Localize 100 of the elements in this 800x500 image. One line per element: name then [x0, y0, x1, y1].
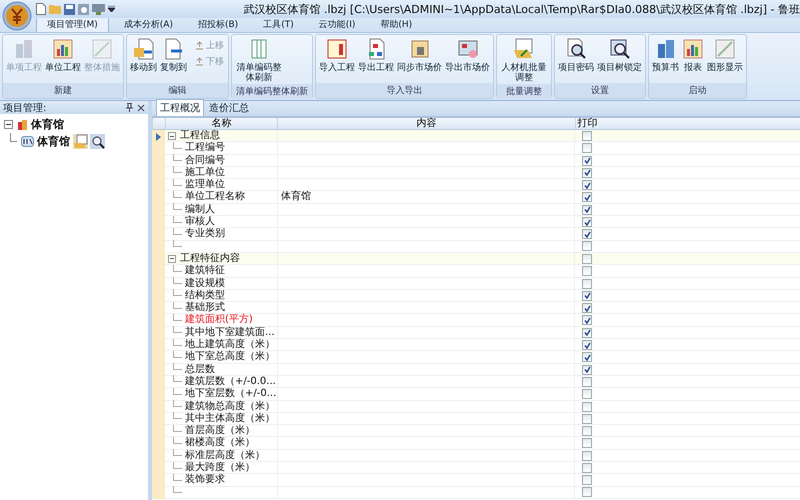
- print-checkbox[interactable]: [582, 229, 592, 240]
- building-icon: [17, 119, 28, 130]
- print-checkbox[interactable]: [582, 352, 592, 362]
- print-checkbox[interactable]: [582, 438, 592, 448]
- pin-icon[interactable]: [126, 103, 133, 112]
- table-cell-text: 建筑层数（+/-0.0...: [185, 376, 276, 388]
- table-cell: 地下室总高度（米）: [185, 351, 275, 364]
- print-checkbox[interactable]: [582, 402, 592, 412]
- table-cell-text: 审核人: [185, 216, 215, 228]
- content-tab[interactable]: 工程概况: [156, 99, 204, 116]
- tree-branch-line: [173, 264, 182, 272]
- group-label: 批量调整: [497, 84, 551, 99]
- ribbon-button[interactable]: 导入工程: [318, 37, 356, 74]
- table-cell-text: 工程特征内容: [180, 252, 240, 264]
- sheet-icon: [714, 38, 736, 60]
- ribbon-button[interactable]: 单位工程: [44, 37, 82, 74]
- ribbon-button[interactable]: 同步市场价: [396, 37, 443, 74]
- ribbon-tab[interactable]: 招投标(B): [188, 17, 248, 32]
- tree-branch-line: [173, 289, 182, 296]
- collapse-toggle[interactable]: [4, 120, 13, 129]
- print-checkbox[interactable]: [582, 204, 592, 215]
- group-label: 编辑: [127, 83, 228, 98]
- print-checkbox[interactable]: [582, 487, 592, 498]
- print-checkbox[interactable]: [582, 266, 592, 276]
- print-checkbox[interactable]: [582, 426, 592, 436]
- ribbon-tab[interactable]: 成本分析(A): [114, 17, 183, 32]
- table-cell-text: 其中地下室建筑面...: [185, 326, 275, 338]
- ribbon-button[interactable]: 报表: [681, 37, 705, 74]
- ribbon-tab[interactable]: 帮助(H): [370, 17, 422, 32]
- print-checkbox[interactable]: [582, 414, 592, 424]
- print-checkbox[interactable]: [582, 278, 592, 289]
- ribbon-button[interactable]: 人材机批量调整: [499, 37, 549, 84]
- ribbon-button[interactable]: 复制到: [159, 37, 188, 74]
- arrow-icon: [195, 57, 204, 66]
- ribbon-button[interactable]: 预算书: [651, 37, 680, 74]
- print-checkbox[interactable]: [582, 217, 592, 228]
- ribbon-button[interactable]: 项目树锁定: [596, 37, 643, 74]
- tree-item[interactable]: 体育馆: [30, 117, 65, 132]
- tree-branch-line: [173, 228, 182, 235]
- ribbon-button[interactable]: 移动到: [129, 37, 158, 74]
- tree-branch-line: [173, 203, 182, 210]
- print-checkbox[interactable]: [582, 303, 592, 314]
- ribbon-button[interactable]: 导出工程: [357, 37, 395, 74]
- content-tab[interactable]: 造价汇总: [206, 100, 252, 116]
- table-cell-text: 施工单位: [185, 166, 225, 178]
- print-checkbox[interactable]: [582, 463, 592, 474]
- unit-project-icon: [21, 136, 34, 147]
- print-checkbox[interactable]: [582, 450, 592, 461]
- table-cell-text: 基础形式: [185, 302, 225, 314]
- table-cell: 单位工程名称: [185, 191, 245, 204]
- table-cell: 建筑面积(平方): [185, 314, 253, 326]
- table-cell-text: 监理单位: [185, 179, 225, 190]
- print-checkbox[interactable]: [582, 192, 592, 202]
- table-cell: 专业类别: [185, 228, 225, 240]
- print-checkbox[interactable]: [582, 389, 592, 400]
- print-checkbox[interactable]: [582, 315, 592, 326]
- print-checkbox[interactable]: [582, 254, 592, 264]
- save-icon[interactable]: [64, 4, 75, 14]
- print-checkbox[interactable]: [582, 364, 592, 375]
- print-checkbox[interactable]: [582, 290, 592, 301]
- tree-branch-line: [173, 166, 182, 174]
- tree-branch-line: [173, 277, 182, 284]
- print-checkbox[interactable]: [582, 131, 592, 141]
- ribbon-button[interactable]: 导出市场价: [444, 37, 491, 74]
- group-row[interactable]: 工程特征内容: [152, 252, 800, 266]
- ribbon-button[interactable]: 清单编码整体刷新: [234, 37, 284, 84]
- ribbon-tab[interactable]: 云功能(I): [308, 17, 366, 32]
- collapse-toggle[interactable]: [168, 132, 176, 140]
- buildings-icon: [13, 38, 35, 60]
- new-file-icon[interactable]: [36, 3, 46, 15]
- print-checkbox[interactable]: [582, 156, 592, 166]
- print-checkbox[interactable]: [582, 168, 592, 178]
- copy-document-icon: [162, 38, 184, 60]
- row-indicator[interactable]: [152, 130, 165, 143]
- print-checkbox[interactable]: [582, 376, 592, 387]
- print-checkbox[interactable]: [582, 241, 592, 252]
- ribbon-button[interactable]: 图形显示: [706, 37, 744, 74]
- print-checkbox[interactable]: [582, 340, 592, 350]
- tree-branch-line: [173, 338, 182, 346]
- close-icon[interactable]: [137, 104, 145, 112]
- group-row[interactable]: 工程信息: [152, 130, 800, 142]
- tree-branch-line: [173, 436, 182, 444]
- panel-title: 项目管理:: [3, 102, 48, 114]
- tree-branch-line: [173, 424, 182, 432]
- ribbon-button[interactable]: 项目密码: [557, 37, 595, 74]
- table-cell-text: 结构类型: [185, 290, 225, 302]
- print-checkbox[interactable]: [582, 180, 592, 190]
- print-checkbox[interactable]: [582, 328, 592, 338]
- print-checkbox[interactable]: [582, 475, 592, 486]
- folder-sheet-icon: [513, 38, 535, 60]
- tree-branch-line: [173, 388, 182, 395]
- tree-branch-line: [173, 474, 182, 481]
- dropdown-icon[interactable]: [108, 6, 115, 12]
- tree-branch-line: [173, 400, 182, 408]
- ribbon-tab[interactable]: 工具(T): [253, 17, 304, 32]
- tree-item[interactable]: 体育馆: [36, 134, 71, 149]
- collapse-toggle[interactable]: [168, 254, 176, 263]
- print-checkbox[interactable]: [582, 143, 592, 154]
- tree-branch-line: [173, 326, 182, 334]
- magnifier-icon[interactable]: [90, 134, 105, 149]
